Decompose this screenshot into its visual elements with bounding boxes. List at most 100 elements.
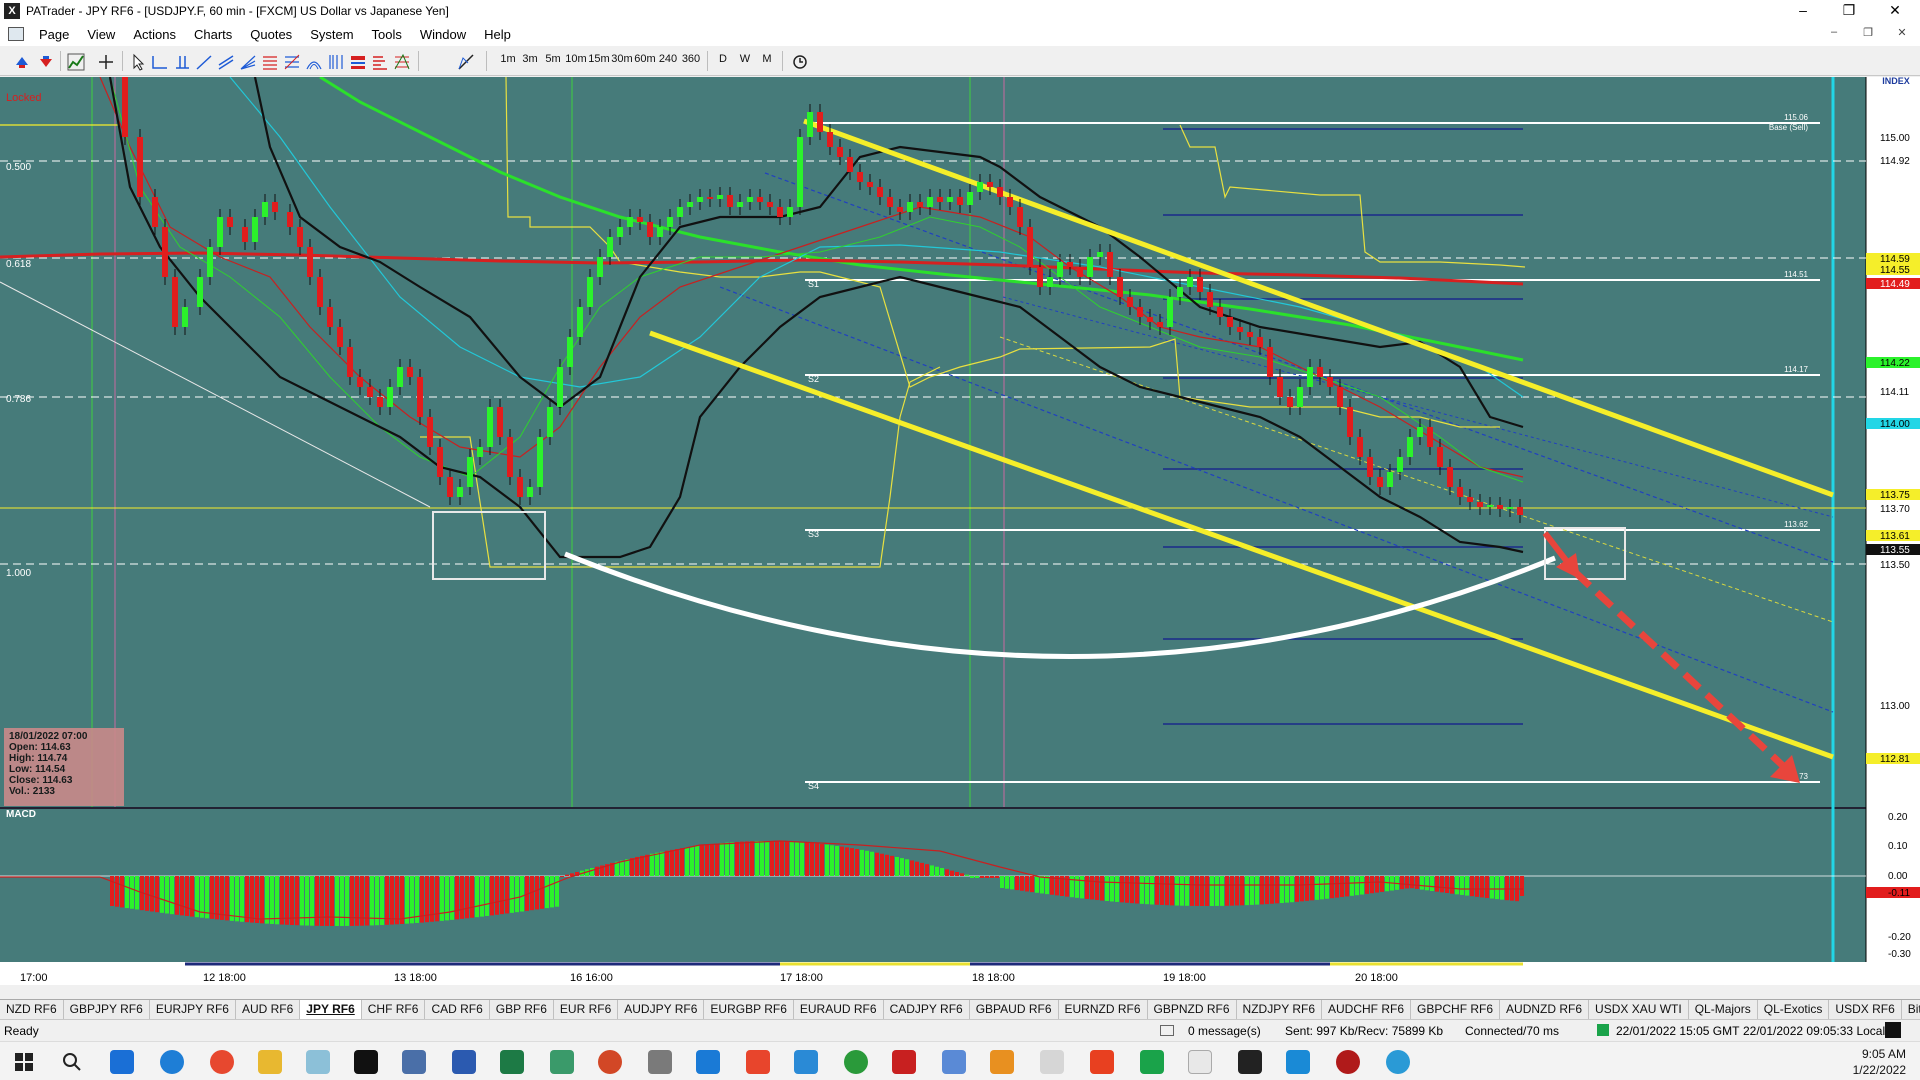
symbol-tab[interactable]: GBPAUD RF6 bbox=[970, 1000, 1059, 1019]
mdi-close-button[interactable]: ✕ bbox=[1888, 26, 1916, 39]
snip-tool-icon[interactable] bbox=[306, 1050, 330, 1074]
symbol-tab[interactable]: NZD RF6 bbox=[0, 1000, 64, 1019]
timeframe-1m[interactable]: 1m bbox=[500, 53, 516, 65]
minimize-button[interactable]: – bbox=[1780, 0, 1826, 22]
timeframe-monthly[interactable]: M bbox=[760, 53, 774, 65]
clock-icon[interactable] bbox=[790, 52, 808, 70]
fib-retracement-icon[interactable] bbox=[260, 52, 278, 70]
symbol-tab[interactable]: GBPNZD RF6 bbox=[1148, 1000, 1237, 1019]
vertical-line-icon[interactable] bbox=[172, 52, 190, 70]
gann-levels-icon[interactable] bbox=[370, 52, 388, 70]
symbol-tab[interactable]: CHF RF6 bbox=[362, 1000, 426, 1019]
word-icon[interactable] bbox=[452, 1050, 476, 1074]
timeframe-daily[interactable]: D bbox=[716, 53, 730, 65]
network-app-icon[interactable] bbox=[1286, 1050, 1310, 1074]
menu-view[interactable]: View bbox=[78, 27, 124, 42]
file-explorer-icon[interactable] bbox=[258, 1050, 282, 1074]
symbol-tab[interactable]: NZDJPY RF6 bbox=[1237, 1000, 1322, 1019]
menu-quotes[interactable]: Quotes bbox=[241, 27, 301, 42]
app-tray-icon[interactable] bbox=[648, 1050, 672, 1074]
timeframe-weekly[interactable]: W bbox=[738, 53, 752, 65]
symbol-tab[interactable]: AUDNZD RF6 bbox=[1500, 1000, 1590, 1019]
mdi-minimize-button[interactable]: – bbox=[1820, 26, 1848, 38]
timeframe-5m[interactable]: 5m bbox=[544, 53, 562, 65]
fib-arc-icon[interactable] bbox=[304, 52, 322, 70]
timeframe-30m[interactable]: 30m bbox=[611, 53, 633, 65]
symbol-tab[interactable]: USDX XAU WTI bbox=[1589, 1000, 1689, 1019]
timeframe-240[interactable]: 240 bbox=[657, 53, 679, 65]
timeframe-360[interactable]: 360 bbox=[680, 53, 702, 65]
notepad-icon[interactable] bbox=[1188, 1050, 1212, 1074]
menu-actions[interactable]: Actions bbox=[124, 27, 185, 42]
symbol-tab[interactable]: CADJPY RF6 bbox=[884, 1000, 970, 1019]
outlook-icon[interactable] bbox=[110, 1050, 134, 1074]
symbol-tab[interactable]: Bitcoin bbox=[1902, 1000, 1920, 1019]
sell-order-icon[interactable] bbox=[36, 52, 54, 70]
calculator-icon[interactable] bbox=[402, 1050, 426, 1074]
close-button[interactable]: ✕ bbox=[1872, 0, 1918, 22]
fib-fan-icon[interactable] bbox=[238, 52, 256, 70]
skype-icon[interactable] bbox=[696, 1050, 720, 1074]
new-chart-icon[interactable] bbox=[66, 52, 85, 71]
media-app-icon[interactable] bbox=[990, 1050, 1014, 1074]
menu-page[interactable]: Page bbox=[30, 27, 78, 42]
symbol-tab[interactable]: QL-Exotics bbox=[1758, 1000, 1830, 1019]
status-messages[interactable]: 0 message(s) bbox=[1188, 1024, 1261, 1038]
trendline-icon[interactable] bbox=[194, 52, 212, 70]
telegram-icon[interactable] bbox=[1386, 1050, 1410, 1074]
maximize-button[interactable]: ❐ bbox=[1826, 0, 1872, 22]
symbol-tab[interactable]: EURNZD RF6 bbox=[1059, 1000, 1148, 1019]
andrews-pitchfork-icon[interactable] bbox=[392, 52, 410, 70]
chart-menu-icon[interactable] bbox=[8, 27, 24, 41]
timeframe-10m[interactable]: 10m bbox=[565, 53, 587, 65]
menu-tools[interactable]: Tools bbox=[363, 27, 411, 42]
buy-order-icon[interactable] bbox=[12, 52, 30, 70]
symbol-tab[interactable]: AUDJPY RF6 bbox=[618, 1000, 705, 1019]
menu-window[interactable]: Window bbox=[411, 27, 475, 42]
symbol-tab[interactable]: QL-Majors bbox=[1689, 1000, 1758, 1019]
terminal-icon[interactable] bbox=[1238, 1050, 1262, 1074]
channel-icon[interactable] bbox=[216, 52, 234, 70]
symbol-tab[interactable]: GBPCHF RF6 bbox=[1411, 1000, 1501, 1019]
timeframe-3m[interactable]: 3m bbox=[522, 53, 538, 65]
camtasia-recorder-icon[interactable] bbox=[1140, 1050, 1164, 1074]
timeframe-15m[interactable]: 15m bbox=[588, 53, 610, 65]
symbol-tab[interactable]: USDX RF6 bbox=[1829, 1000, 1902, 1019]
symbol-tab[interactable]: EURJPY RF6 bbox=[150, 1000, 236, 1019]
system-clock[interactable]: 9:05 AM 1/22/2022 bbox=[1853, 1046, 1906, 1078]
pointer-icon[interactable] bbox=[128, 52, 146, 71]
trading-app-icon[interactable] bbox=[892, 1050, 916, 1074]
menu-charts[interactable]: Charts bbox=[185, 27, 241, 42]
finance-app-icon[interactable] bbox=[550, 1050, 574, 1074]
symbol-tab[interactable]: CAD RF6 bbox=[425, 1000, 490, 1019]
start-windows-icon[interactable] bbox=[12, 1050, 36, 1074]
symbol-tab[interactable]: JPY RF6 bbox=[300, 1000, 362, 1019]
crosshair-icon[interactable] bbox=[96, 52, 114, 70]
symbol-tab[interactable]: GBP RF6 bbox=[490, 1000, 554, 1019]
edge-icon[interactable] bbox=[160, 1050, 184, 1074]
menu-help[interactable]: Help bbox=[475, 27, 520, 42]
recorder-icon[interactable] bbox=[1336, 1050, 1360, 1074]
chrome-icon[interactable] bbox=[210, 1050, 234, 1074]
symbol-tab[interactable]: EUR RF6 bbox=[554, 1000, 619, 1019]
blank-app-icon[interactable] bbox=[1040, 1050, 1064, 1074]
pivot-levels-icon[interactable] bbox=[348, 52, 366, 70]
snagit-icon[interactable] bbox=[746, 1050, 770, 1074]
symbol-tab[interactable]: GBPJPY RF6 bbox=[64, 1000, 150, 1019]
monitor-app-icon[interactable] bbox=[942, 1050, 966, 1074]
draw-settings-icon[interactable] bbox=[456, 52, 474, 70]
powerpoint-icon[interactable] bbox=[598, 1050, 622, 1074]
patrader-icon[interactable] bbox=[354, 1050, 378, 1074]
camtasia-icon[interactable] bbox=[1090, 1050, 1114, 1074]
mdi-restore-button[interactable]: ❐ bbox=[1854, 26, 1882, 39]
remote-desktop-icon[interactable] bbox=[794, 1050, 818, 1074]
symbol-tab[interactable]: EURGBP RF6 bbox=[704, 1000, 794, 1019]
symbol-tab[interactable]: AUDCHF RF6 bbox=[1322, 1000, 1412, 1019]
mail-icon[interactable] bbox=[1160, 1025, 1174, 1036]
excel-icon[interactable] bbox=[500, 1050, 524, 1074]
symbol-tab[interactable]: EURAUD RF6 bbox=[794, 1000, 884, 1019]
menu-system[interactable]: System bbox=[301, 27, 362, 42]
price-chart[interactable]: 0.500 0.618 0.786 1.000 Locked S1 S2 S3 … bbox=[0, 77, 1920, 985]
fib-extension-icon[interactable] bbox=[282, 52, 300, 70]
symbol-tab[interactable]: AUD RF6 bbox=[236, 1000, 301, 1019]
